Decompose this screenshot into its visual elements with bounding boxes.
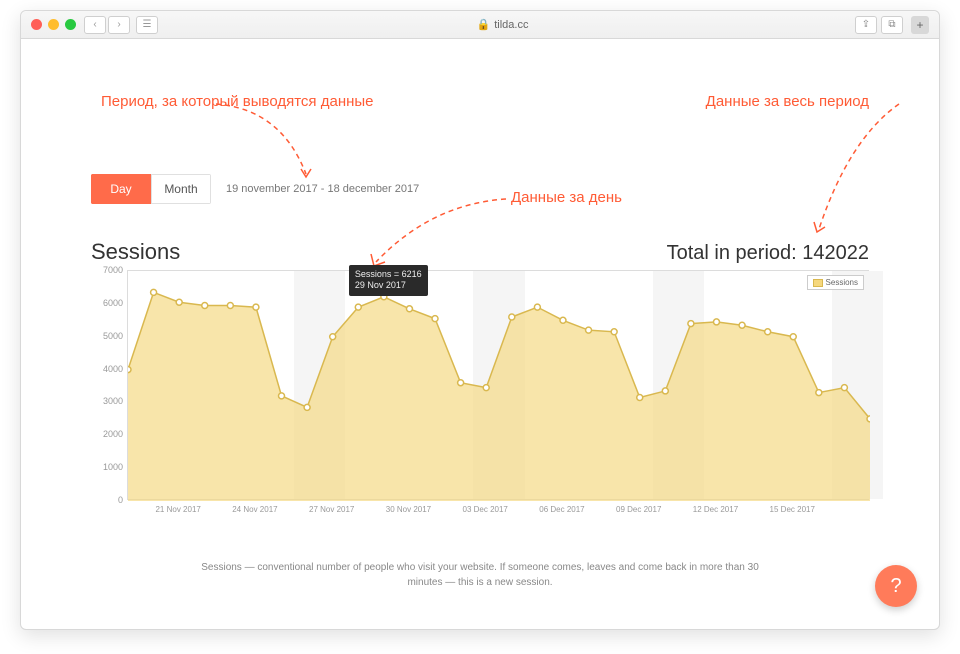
annotation-day-data: Данные за день [511, 187, 622, 208]
y-tick: 4000 [103, 364, 123, 374]
x-tick: 09 Dec 2017 [616, 505, 661, 514]
tab-month[interactable]: Month [151, 174, 211, 204]
forward-button[interactable]: › [108, 16, 130, 34]
chart-legend: Sessions [807, 275, 864, 290]
period-toggle: Day Month [91, 174, 211, 204]
help-button[interactable]: ? [875, 565, 917, 607]
legend-label: Sessions [826, 278, 858, 287]
tabs-button[interactable]: ⧉ [881, 16, 903, 34]
legend-swatch [813, 279, 823, 287]
back-button[interactable]: ‹ [84, 16, 106, 34]
x-tick: 30 Nov 2017 [386, 505, 431, 514]
maximize-icon[interactable] [65, 19, 76, 30]
traffic-lights [31, 19, 76, 30]
x-tick: 21 Nov 2017 [155, 505, 200, 514]
x-tick: 06 Dec 2017 [539, 505, 584, 514]
y-tick: 7000 [103, 265, 123, 275]
tab-day[interactable]: Day [91, 174, 151, 204]
date-range: 19 november 2017 - 18 december 2017 [226, 183, 419, 195]
x-axis: 21 Nov 2017 24 Nov 2017 27 Nov 2017 30 Nov … [127, 505, 869, 525]
x-tick: 12 Dec 2017 [693, 505, 738, 514]
new-tab-button[interactable]: + [911, 16, 929, 34]
chart-svg [128, 271, 870, 501]
stats-header: Sessions Total in period: 142022 [91, 239, 869, 265]
lock-icon: 🔒 [477, 19, 491, 31]
browser-window: ‹ › ☰ 🔒tilda.cc ⇪ ⧉ + Период, за который… [20, 10, 940, 630]
y-tick: 0 [118, 495, 123, 505]
tooltip-line1: Sessions = 6216 [355, 269, 422, 281]
toggle-row: Day Month 19 november 2017 - 18 december… [91, 174, 869, 204]
chart-title: Sessions [91, 239, 180, 265]
tooltip-line2: 29 Nov 2017 [355, 280, 422, 292]
y-tick: 1000 [103, 462, 123, 472]
chart-total: Total in period: 142022 [667, 242, 869, 265]
y-tick: 3000 [103, 396, 123, 406]
x-tick: 27 Nov 2017 [309, 505, 354, 514]
page-content: Период, за который выводятся данные Данн… [21, 39, 939, 629]
minimize-icon[interactable] [48, 19, 59, 30]
annotation-period: Период, за который выводятся данные [101, 91, 374, 112]
x-tick: 03 Dec 2017 [463, 505, 508, 514]
sessions-chart: 01000200030004000500060007000 Sessions S… [91, 270, 869, 535]
y-tick: 6000 [103, 298, 123, 308]
y-tick: 5000 [103, 331, 123, 341]
share-button[interactable]: ⇪ [855, 16, 877, 34]
close-icon[interactable] [31, 19, 42, 30]
url-bar[interactable]: 🔒tilda.cc [158, 18, 847, 31]
chart-plot[interactable]: Sessions Sessions = 6216 29 Nov 2017 [127, 270, 869, 500]
arrow-total-icon [789, 99, 909, 239]
right-toolbar: ⇪ ⧉ + [855, 16, 929, 34]
browser-titlebar: ‹ › ☰ 🔒tilda.cc ⇪ ⧉ + [21, 11, 939, 39]
chart-tooltip: Sessions = 6216 29 Nov 2017 [349, 265, 428, 296]
nav-buttons: ‹ › [84, 16, 130, 34]
y-axis: 01000200030004000500060007000 [87, 270, 127, 500]
x-tick: 24 Nov 2017 [232, 505, 277, 514]
x-tick: 15 Dec 2017 [770, 505, 815, 514]
annotation-all-period: Данные за весь период [706, 91, 869, 112]
y-tick: 2000 [103, 429, 123, 439]
sidebar-toggle-button[interactable]: ☰ [136, 16, 158, 34]
chart-description: Sessions — conventional number of people… [91, 560, 869, 590]
url-text: tilda.cc [494, 19, 528, 31]
